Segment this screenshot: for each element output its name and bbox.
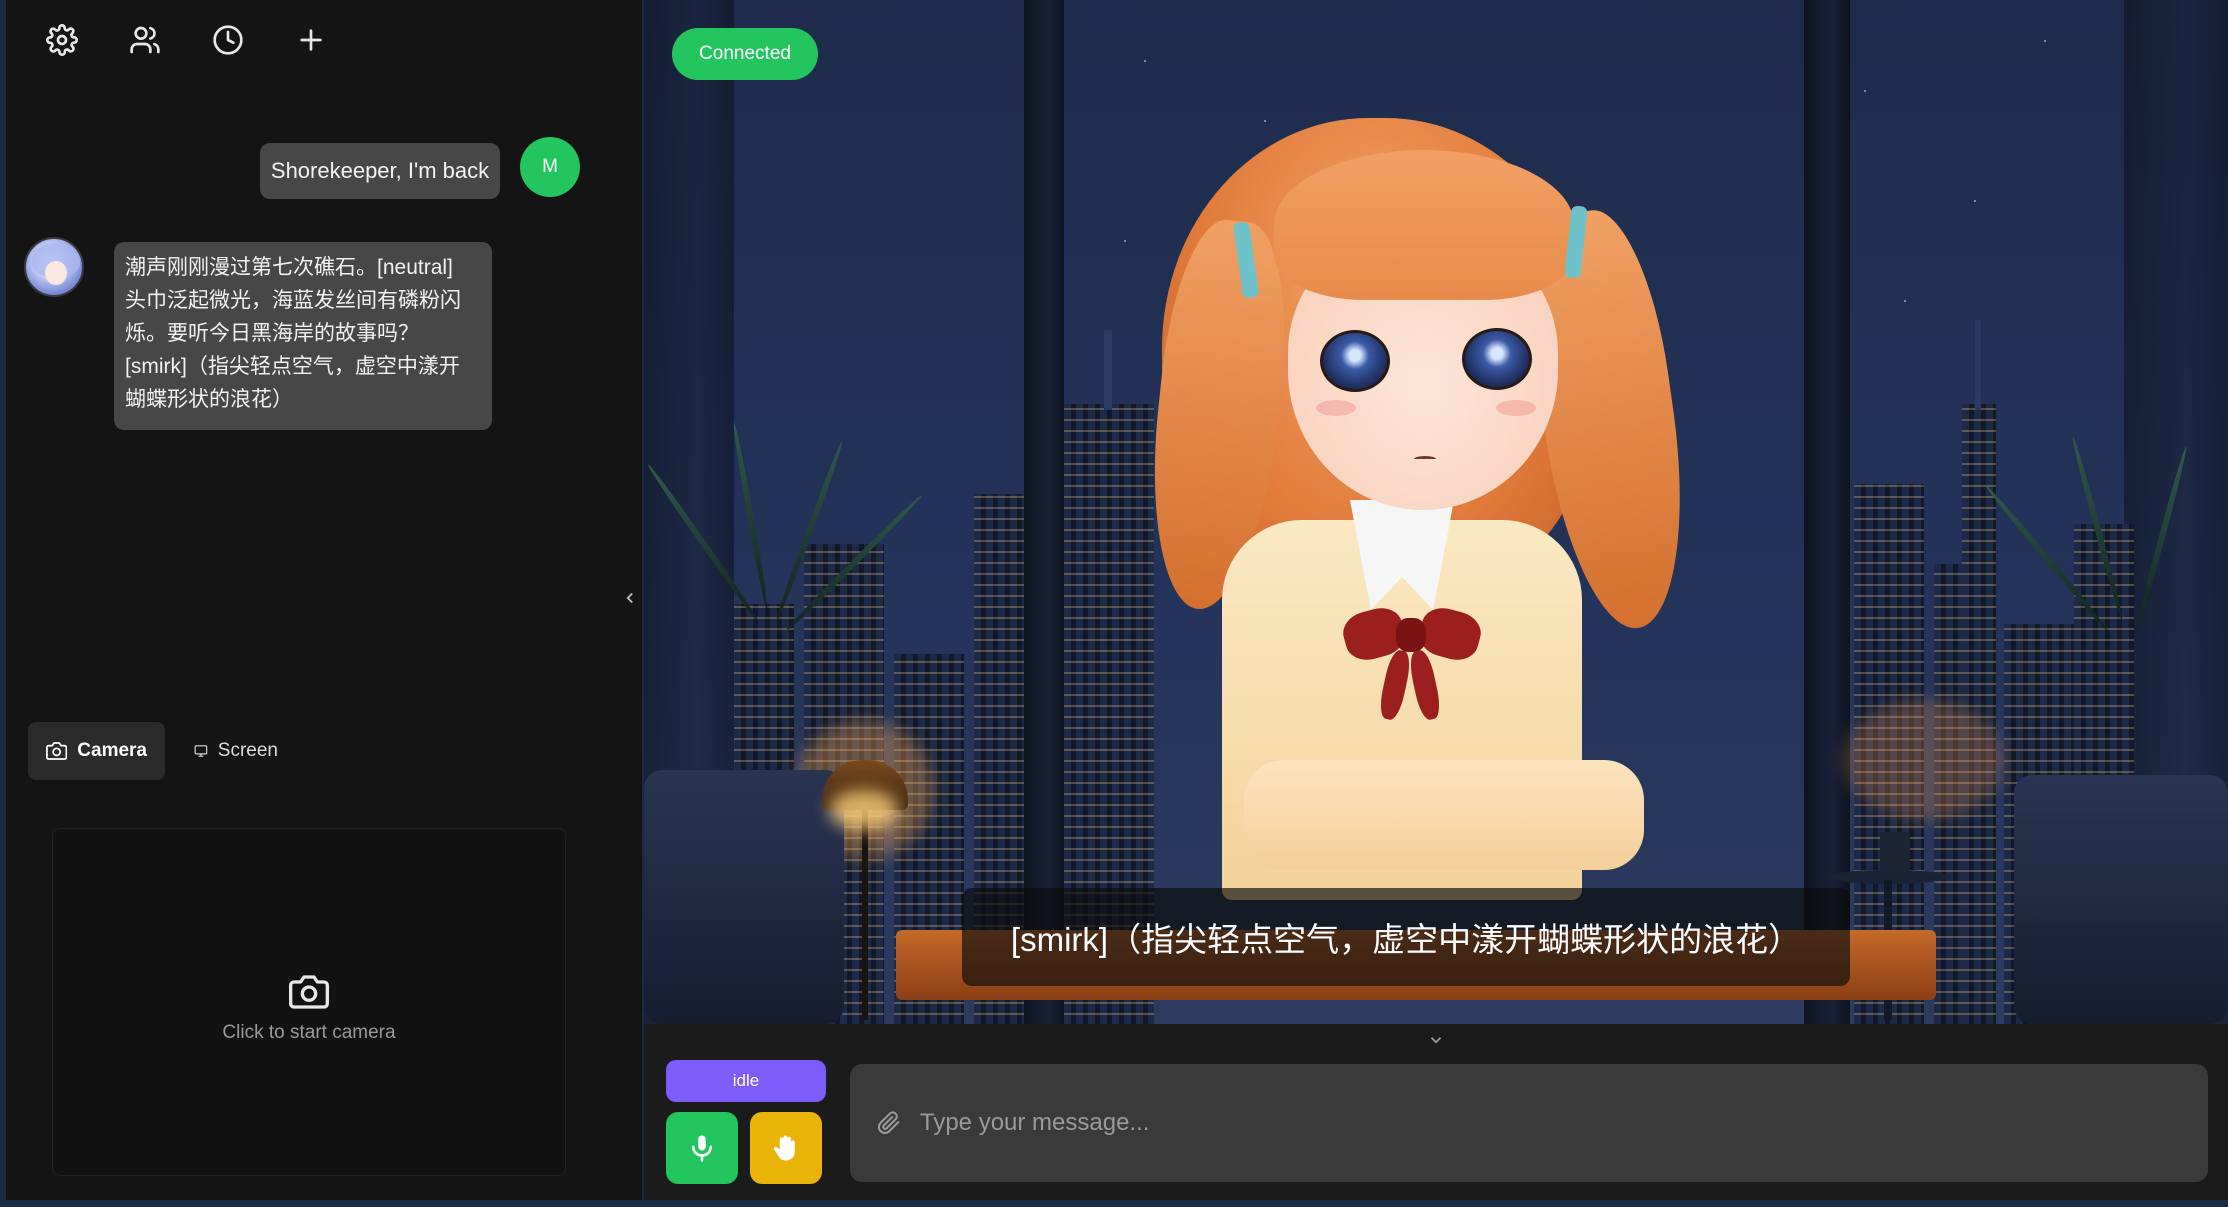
ai-avatar [24, 237, 84, 297]
connection-status-badge: Connected [672, 28, 818, 80]
ai-message-line: [smirk]（指尖轻点空气，虚空中漾开 [125, 355, 460, 378]
mic-icon [692, 1135, 712, 1162]
ai-message-bubble: 潮声刚刚漫过第七次礁石。[neutral] 头巾泛起微光，海蓝发丝间有磷粉闪 烁… [114, 242, 492, 430]
sidebar: Shorekeeper, I'm back M 潮声刚刚漫过第七次礁石。[neu… [6, 0, 642, 1200]
message-input[interactable] [920, 1093, 2188, 1153]
live2d-stage[interactable]: Connected [smirk]（指尖轻点空气，虚空中漾开蝴蝶形状的浪花） [644, 0, 2228, 1024]
chevron-down-icon [1430, 1037, 1442, 1044]
window-frame [1024, 0, 1064, 1024]
users-icon [130, 26, 160, 54]
tab-screen[interactable]: Screen [176, 722, 296, 780]
couch [2014, 775, 2228, 1024]
window-frame [1804, 0, 1850, 1024]
camera-icon [289, 975, 329, 1009]
mic-toggle-button[interactable] [666, 1112, 738, 1184]
app-root: Shorekeeper, I'm back M 潮声刚刚漫过第七次礁石。[neu… [0, 0, 2228, 1207]
camera-preview-panel[interactable]: Click to start camera [52, 828, 566, 1176]
control-bar: idle [644, 1024, 2228, 1200]
tab-camera-label: Camera [77, 740, 147, 761]
history-button[interactable] [206, 18, 250, 62]
ai-message-line: 烁。要听今日黑海岸的故事吗？ [125, 322, 419, 345]
user-message-bubble: Shorekeeper, I'm back [260, 143, 500, 199]
tab-screen-label: Screen [217, 740, 278, 761]
monitor-icon [194, 745, 208, 757]
characters-button[interactable] [123, 18, 167, 62]
subtitle-caption: [smirk]（指尖轻点空气，虚空中漾开蝴蝶形状的浪花） [962, 888, 1850, 986]
camera-hint: Click to start camera [222, 1022, 396, 1043]
couch [644, 770, 844, 1024]
ai-message-line: 潮声刚刚漫过第七次礁石。[neutral] [125, 256, 453, 279]
ai-message-line: 头巾泛起微光，海蓝发丝间有磷粉闪 [125, 289, 461, 312]
collapse-sidebar-button[interactable] [618, 582, 642, 614]
clock-icon [213, 25, 243, 55]
interrupt-button[interactable] [750, 1112, 822, 1184]
ai-state-badge: idle [666, 1060, 826, 1102]
attach-button[interactable] [872, 1106, 906, 1140]
paperclip-icon [878, 1111, 900, 1134]
hand-icon [773, 1135, 795, 1161]
tower-spire [1104, 330, 1112, 410]
gear-icon [46, 24, 78, 56]
message-input-container [850, 1064, 2208, 1182]
user-avatar: M [520, 137, 580, 197]
collapse-controls-button[interactable] [1424, 1030, 1448, 1050]
ai-message-line: 蝴蝶形状的浪花） [125, 388, 293, 411]
chevron-left-icon [626, 592, 633, 604]
camera-icon [46, 742, 68, 760]
tower-spire [1975, 320, 1981, 410]
tab-camera[interactable]: Camera [28, 722, 165, 780]
settings-button[interactable] [40, 18, 84, 62]
new-chat-button[interactable] [289, 18, 333, 62]
plus-icon [300, 29, 322, 51]
